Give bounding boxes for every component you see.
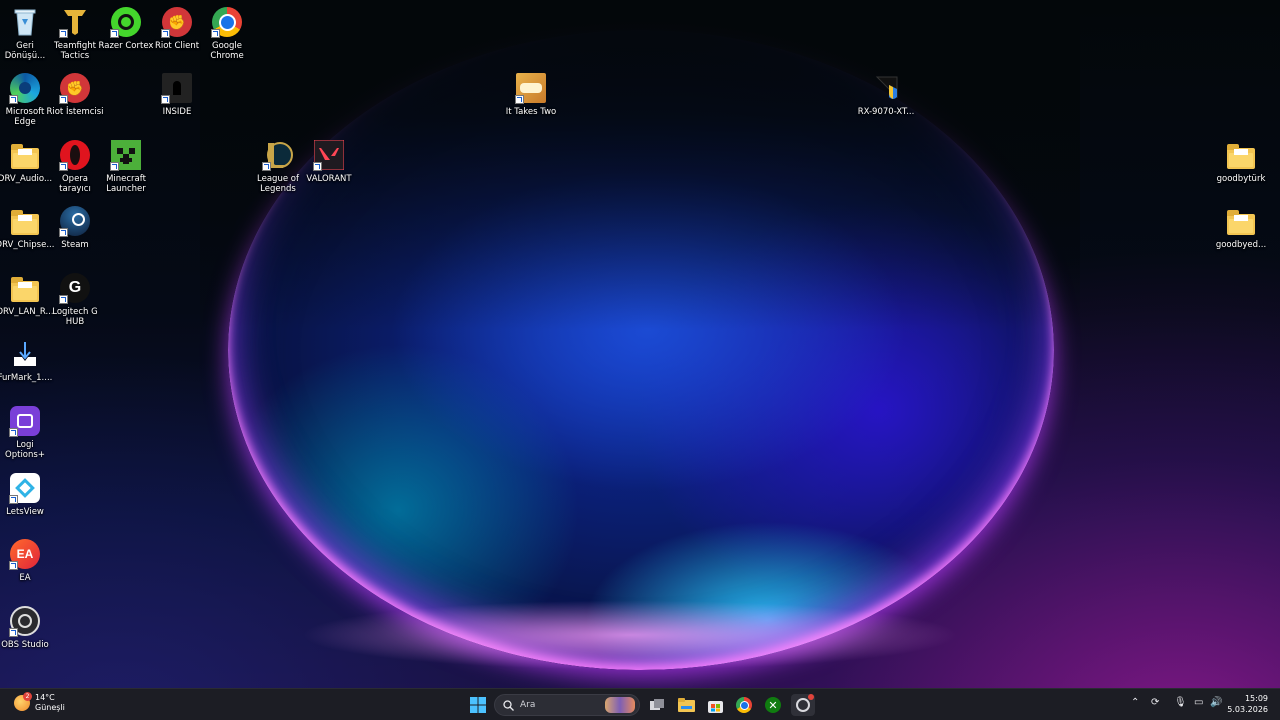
desktop-icon-minecraft-launcher[interactable]: Minecraft Launcher	[101, 139, 151, 194]
opera-icon	[59, 139, 91, 171]
valorant-icon	[313, 139, 345, 171]
volume-button[interactable]: 🔊	[1210, 697, 1222, 708]
desktop-icon-google-chrome[interactable]: Google Chrome	[202, 6, 252, 61]
sun-icon: 2	[14, 692, 32, 711]
task-view-icon	[649, 698, 664, 710]
folder-icon	[1225, 205, 1257, 237]
obs-icon	[9, 605, 41, 637]
microsoft-store-button[interactable]	[706, 695, 724, 715]
download-icon	[9, 338, 41, 370]
chrome-taskbar-button[interactable]	[735, 695, 753, 715]
desktop-icon-recycle-bin[interactable]: Geri Dönüşü...	[0, 6, 50, 61]
microsoft-store-icon	[707, 700, 723, 713]
start-icon	[470, 697, 486, 713]
microphone-icon: 🎙	[1174, 697, 1187, 708]
sync-icon: ⟳	[1151, 697, 1160, 708]
desktop-icon-drv-audio[interactable]: DRV_Audio...	[0, 139, 52, 184]
folder-icon	[9, 139, 41, 171]
display-button[interactable]: ▭	[1194, 697, 1203, 708]
minecraft-icon	[110, 139, 142, 171]
chrome-icon	[736, 697, 752, 713]
desktop-icon-inside[interactable]: INSIDE	[152, 72, 202, 117]
riot-client-icon: ✊	[161, 6, 193, 38]
display-icon: ▭	[1194, 697, 1204, 708]
weather-temperature: 14°C	[35, 693, 55, 702]
search-icon	[503, 699, 514, 711]
desktop-icon-microsoft-edge[interactable]: Microsoft Edge	[0, 72, 50, 127]
folder-icon	[1225, 139, 1257, 171]
desktop-icon-it-takes-two[interactable]: It Takes Two	[506, 72, 556, 117]
taskbar: 2 14°C Güneşli Ara ✕ ⌃ ⟳ 🎙 ▭ 🔊 15:09 5.0…	[0, 688, 1280, 720]
desktop-icon-obs-studio[interactable]: OBS Studio	[0, 605, 50, 650]
file-explorer-icon	[677, 698, 695, 712]
teamfight-tactics-icon	[59, 6, 91, 38]
desktop-icon-opera[interactable]: Opera tarayıcı	[50, 139, 100, 194]
desktop-icon-logi-options[interactable]: Logi Options+	[0, 405, 50, 460]
desktop-icon-valorant[interactable]: VALORANT	[304, 139, 354, 184]
desktop-icon-teamfight-tactics[interactable]: Teamfight Tactics	[50, 6, 100, 61]
logitech-g-icon: G	[59, 272, 91, 304]
amd-installer-icon	[870, 72, 902, 104]
edge-icon	[9, 72, 41, 104]
inside-game-icon	[161, 72, 193, 104]
desktop-icon-ea[interactable]: EA EA	[0, 538, 50, 583]
riot-client-icon: ✊	[59, 72, 91, 104]
clock-date: 5.03.2026	[1227, 705, 1268, 714]
xbox-icon: ✕	[765, 697, 781, 713]
desktop-icon-riot-istemcisi[interactable]: ✊ Riot İstemcisi	[46, 72, 104, 117]
folder-icon	[9, 272, 41, 304]
desktop-icon-goodbyed[interactable]: goodbyed...	[1216, 205, 1266, 250]
folder-icon	[9, 205, 41, 237]
speaker-icon: 🔊	[1210, 697, 1223, 708]
desktop-icon-league-of-legends[interactable]: League of Legends	[253, 139, 303, 194]
gaming-app-icon	[796, 694, 814, 712]
desktop-icon-letsview[interactable]: LetsView	[0, 472, 50, 517]
system-clock[interactable]: 15:09 5.03.2026	[1227, 693, 1268, 715]
search-placeholder: Ara	[520, 700, 536, 710]
league-of-legends-icon	[262, 139, 294, 171]
letsview-icon	[9, 472, 41, 504]
desktop-icon-riot-client[interactable]: ✊ Riot Client	[152, 6, 202, 51]
chrome-icon	[211, 6, 243, 38]
desktop-icon-razer-cortex[interactable]: Razer Cortex	[99, 6, 153, 51]
logi-options-icon	[9, 405, 41, 437]
desktop-icon-rx-9070-xt[interactable]: RX-9070-XT...	[858, 72, 914, 117]
gaming-app-button[interactable]	[791, 694, 815, 716]
search-highlight-image	[605, 697, 635, 713]
desktop-icon-furmark[interactable]: FurMark_1....	[0, 338, 52, 383]
desktop-icon-goodbyturk[interactable]: goodbytürk	[1216, 139, 1266, 184]
show-hidden-icons-button[interactable]: ⌃	[1131, 697, 1139, 708]
start-button[interactable]	[468, 695, 488, 715]
taskbar-search[interactable]: Ara	[494, 694, 640, 716]
it-takes-two-icon	[515, 72, 547, 104]
chevron-up-icon: ⌃	[1131, 697, 1140, 708]
desktop-icon-drv-chipset[interactable]: DRV_Chipse...	[0, 205, 54, 250]
weather-condition: Güneşli	[35, 703, 65, 712]
task-view-button[interactable]	[648, 695, 666, 715]
desktop-icon-drv-lan[interactable]: DRV_LAN_R...	[0, 272, 54, 317]
microphone-button[interactable]: 🎙	[1174, 697, 1187, 708]
notification-badge: 2	[23, 692, 32, 701]
desktop-icon-steam[interactable]: Steam	[50, 205, 100, 250]
weather-widget[interactable]: 2 14°C Güneşli	[14, 692, 65, 713]
razer-cortex-icon	[110, 6, 142, 38]
ea-icon: EA	[9, 538, 41, 570]
recycle-bin-icon	[9, 6, 41, 38]
steam-icon	[59, 205, 91, 237]
clock-time: 15:09	[1244, 694, 1268, 703]
sync-button[interactable]: ⟳	[1151, 697, 1159, 708]
xbox-button[interactable]: ✕	[764, 695, 782, 715]
desktop-icon-logitech-g-hub[interactable]: G Logitech G HUB	[50, 272, 100, 327]
wallpaper-glow	[300, 600, 960, 670]
file-explorer-button[interactable]	[677, 695, 695, 715]
